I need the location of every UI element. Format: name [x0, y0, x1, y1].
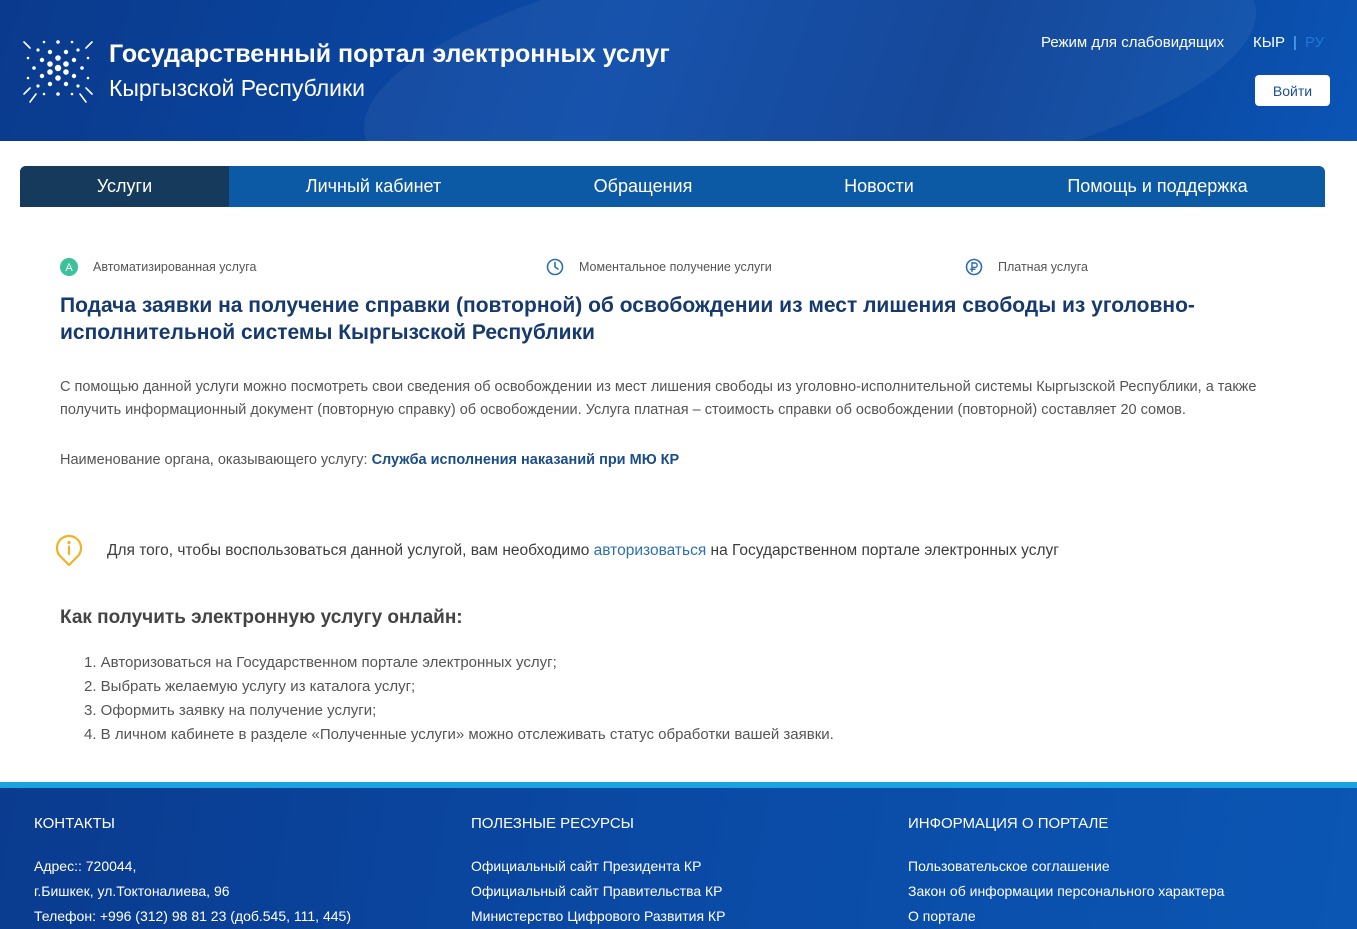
badge-paid-label: Платная услуга — [998, 260, 1088, 274]
badge-automated-label: Автоматизированная услуга — [93, 260, 257, 274]
automated-icon-letter: A — [65, 262, 73, 274]
footer-link-user-agreement[interactable]: Пользовательское соглашение — [908, 854, 1224, 879]
badge-instant-label: Моментальное получение услуги — [579, 260, 772, 274]
auth-notice: Для того, чтобы воспользоваться данной у… — [55, 534, 1059, 568]
clock-icon — [546, 258, 564, 276]
list-item: 1. Авторизоваться на Государственном пор… — [84, 654, 557, 671]
footer-contacts-title: КОНТАКТЫ — [34, 815, 115, 832]
tab-news[interactable]: Новости — [768, 166, 990, 207]
howto-title: Как получить электронную услугу онлайн: — [60, 607, 463, 628]
org-name-link[interactable]: Служба исполнения наказаний при МЮ КР — [372, 452, 680, 468]
auth-notice-before: Для того, чтобы воспользоваться данной у… — [107, 542, 590, 559]
footer-link-personal-data-law[interactable]: Закон об информации персонального характ… — [908, 879, 1224, 904]
footer-link-about-portal[interactable]: О портале — [908, 904, 1224, 929]
footer-about: ИНФОРМАЦИЯ О ПОРТАЛЕ Пользовательское со… — [908, 815, 1224, 929]
tab-appeals[interactable]: Обращения — [518, 166, 768, 207]
header-decoration — [346, 0, 1274, 141]
badge-automated: A Автоматизированная услуга — [60, 258, 256, 276]
automated-icon: A — [60, 258, 78, 276]
badge-instant: Моментальное получение услуги — [546, 258, 772, 276]
service-organization: Наименование органа, оказывающего услугу… — [60, 452, 679, 468]
portal-logo-icon[interactable] — [20, 30, 96, 106]
list-item: 2. Выбрать желаемую услугу из каталога у… — [84, 678, 416, 695]
tab-personal-cabinet[interactable]: Личный кабинет — [229, 166, 518, 207]
service-description: С помощью данной услуги можно посмотреть… — [60, 379, 1257, 418]
lang-kg-link[interactable]: КЫР — [1253, 34, 1285, 51]
org-label: Наименование органа, оказывающего услугу… — [60, 452, 368, 468]
authorize-link[interactable]: авторизоваться — [594, 542, 707, 559]
footer-contact-phone: Телефон: +996 (312) 98 81 23 (доб.545, 1… — [34, 908, 351, 924]
footer-contact-street: г.Бишкек, ул.Токтоналиева, 96 — [34, 883, 230, 899]
footer-link-president[interactable]: Официальный сайт Президента КР — [471, 854, 725, 879]
badge-paid: Платная услуга — [965, 258, 1088, 276]
site-footer: КОНТАКТЫ Адрес:: 720044, г.Бишкек, ул.То… — [0, 788, 1357, 929]
list-item: 3. Оформить заявку на получение услуги; — [84, 702, 377, 719]
portal-title: Государственный портал электронных услуг — [109, 40, 670, 68]
footer-resources-title: ПОЛЕЗНЫЕ РЕСУРСЫ — [471, 815, 634, 832]
footer-contact-address: Адрес:: 720044, — [34, 858, 137, 874]
auth-notice-after: на Государственном портале электронных у… — [710, 542, 1059, 559]
currency-icon — [965, 258, 983, 276]
tab-help-support[interactable]: Помощь и поддержка — [990, 166, 1325, 207]
language-switcher: КЫР | РУ — [1253, 34, 1324, 51]
footer-resources: ПОЛЕЗНЫЕ РЕСУРСЫ Официальный сайт Презид… — [471, 815, 725, 929]
lang-separator: | — [1293, 34, 1297, 51]
footer-link-government[interactable]: Официальный сайт Правительства КР — [471, 879, 725, 904]
site-header: Государственный портал электронных услуг… — [0, 0, 1357, 141]
footer-link-digital-ministry[interactable]: Министерство Цифрового Развития КР — [471, 904, 725, 929]
list-item: 4. В личном кабинете в разделе «Полученн… — [84, 726, 834, 743]
howto-steps: 1. Авторизоваться на Государственном пор… — [84, 651, 834, 747]
portal-subtitle: Кыргызской Республики — [109, 75, 365, 101]
login-button[interactable]: Войти — [1255, 75, 1330, 106]
tab-services[interactable]: Услуги — [20, 166, 229, 207]
info-icon — [55, 534, 83, 567]
lang-ru-link[interactable]: РУ — [1305, 34, 1324, 51]
main-nav: Услуги Личный кабинет Обращения Новости … — [20, 166, 1325, 207]
footer-about-title: ИНФОРМАЦИЯ О ПОРТАЛЕ — [908, 815, 1109, 832]
auth-notice-text: Для того, чтобы воспользоваться данной у… — [107, 542, 1059, 560]
service-title: Подача заявки на получение справки (повт… — [60, 294, 1195, 344]
footer-contacts: КОНТАКТЫ Адрес:: 720044, г.Бишкек, ул.То… — [34, 815, 351, 929]
low-vision-mode-link[interactable]: Режим для слабовидящих — [1041, 34, 1224, 51]
